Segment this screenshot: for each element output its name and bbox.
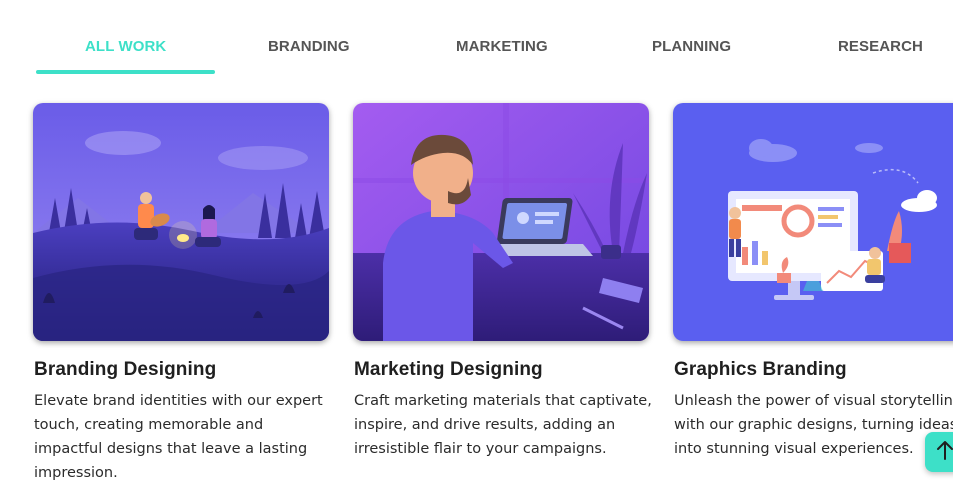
portfolio-filter-tabs: ALL WORK BRANDING MARKETING PLANNING RES… <box>0 0 953 80</box>
man-at-laptop-illustration[interactable] <box>353 103 649 341</box>
card-description: Craft marketing materials that captivate… <box>354 393 652 457</box>
card-title[interactable]: Graphics Branding <box>674 359 953 381</box>
card-title[interactable]: Marketing Designing <box>354 359 651 381</box>
active-tab-indicator <box>36 70 215 74</box>
portfolio-card-graphics[interactable]: Graphics Branding Unleash the power of v… <box>673 103 953 461</box>
tab-marketing[interactable]: MARKETING <box>456 38 548 55</box>
dashboard-graphics-illustration[interactable] <box>673 103 953 341</box>
card-title[interactable]: Branding Designing <box>34 359 331 381</box>
card-description: Elevate brand identities with our expert… <box>34 393 323 481</box>
scroll-to-top-button[interactable] <box>925 432 953 472</box>
tab-planning[interactable]: PLANNING <box>652 38 731 55</box>
tab-branding[interactable]: BRANDING <box>268 38 350 55</box>
arrow-up-icon <box>935 439 953 465</box>
portfolio-card-branding[interactable]: Branding Designing Elevate brand identit… <box>33 103 331 485</box>
portfolio-card-marketing[interactable]: Marketing Designing Craft marketing mate… <box>353 103 652 461</box>
card-description: Unleash the power of visual storytelling… <box>674 393 953 457</box>
guitar-campfire-illustration[interactable] <box>33 103 329 341</box>
tab-research[interactable]: RESEARCH <box>838 38 923 55</box>
tab-all-work[interactable]: ALL WORK <box>85 38 166 55</box>
